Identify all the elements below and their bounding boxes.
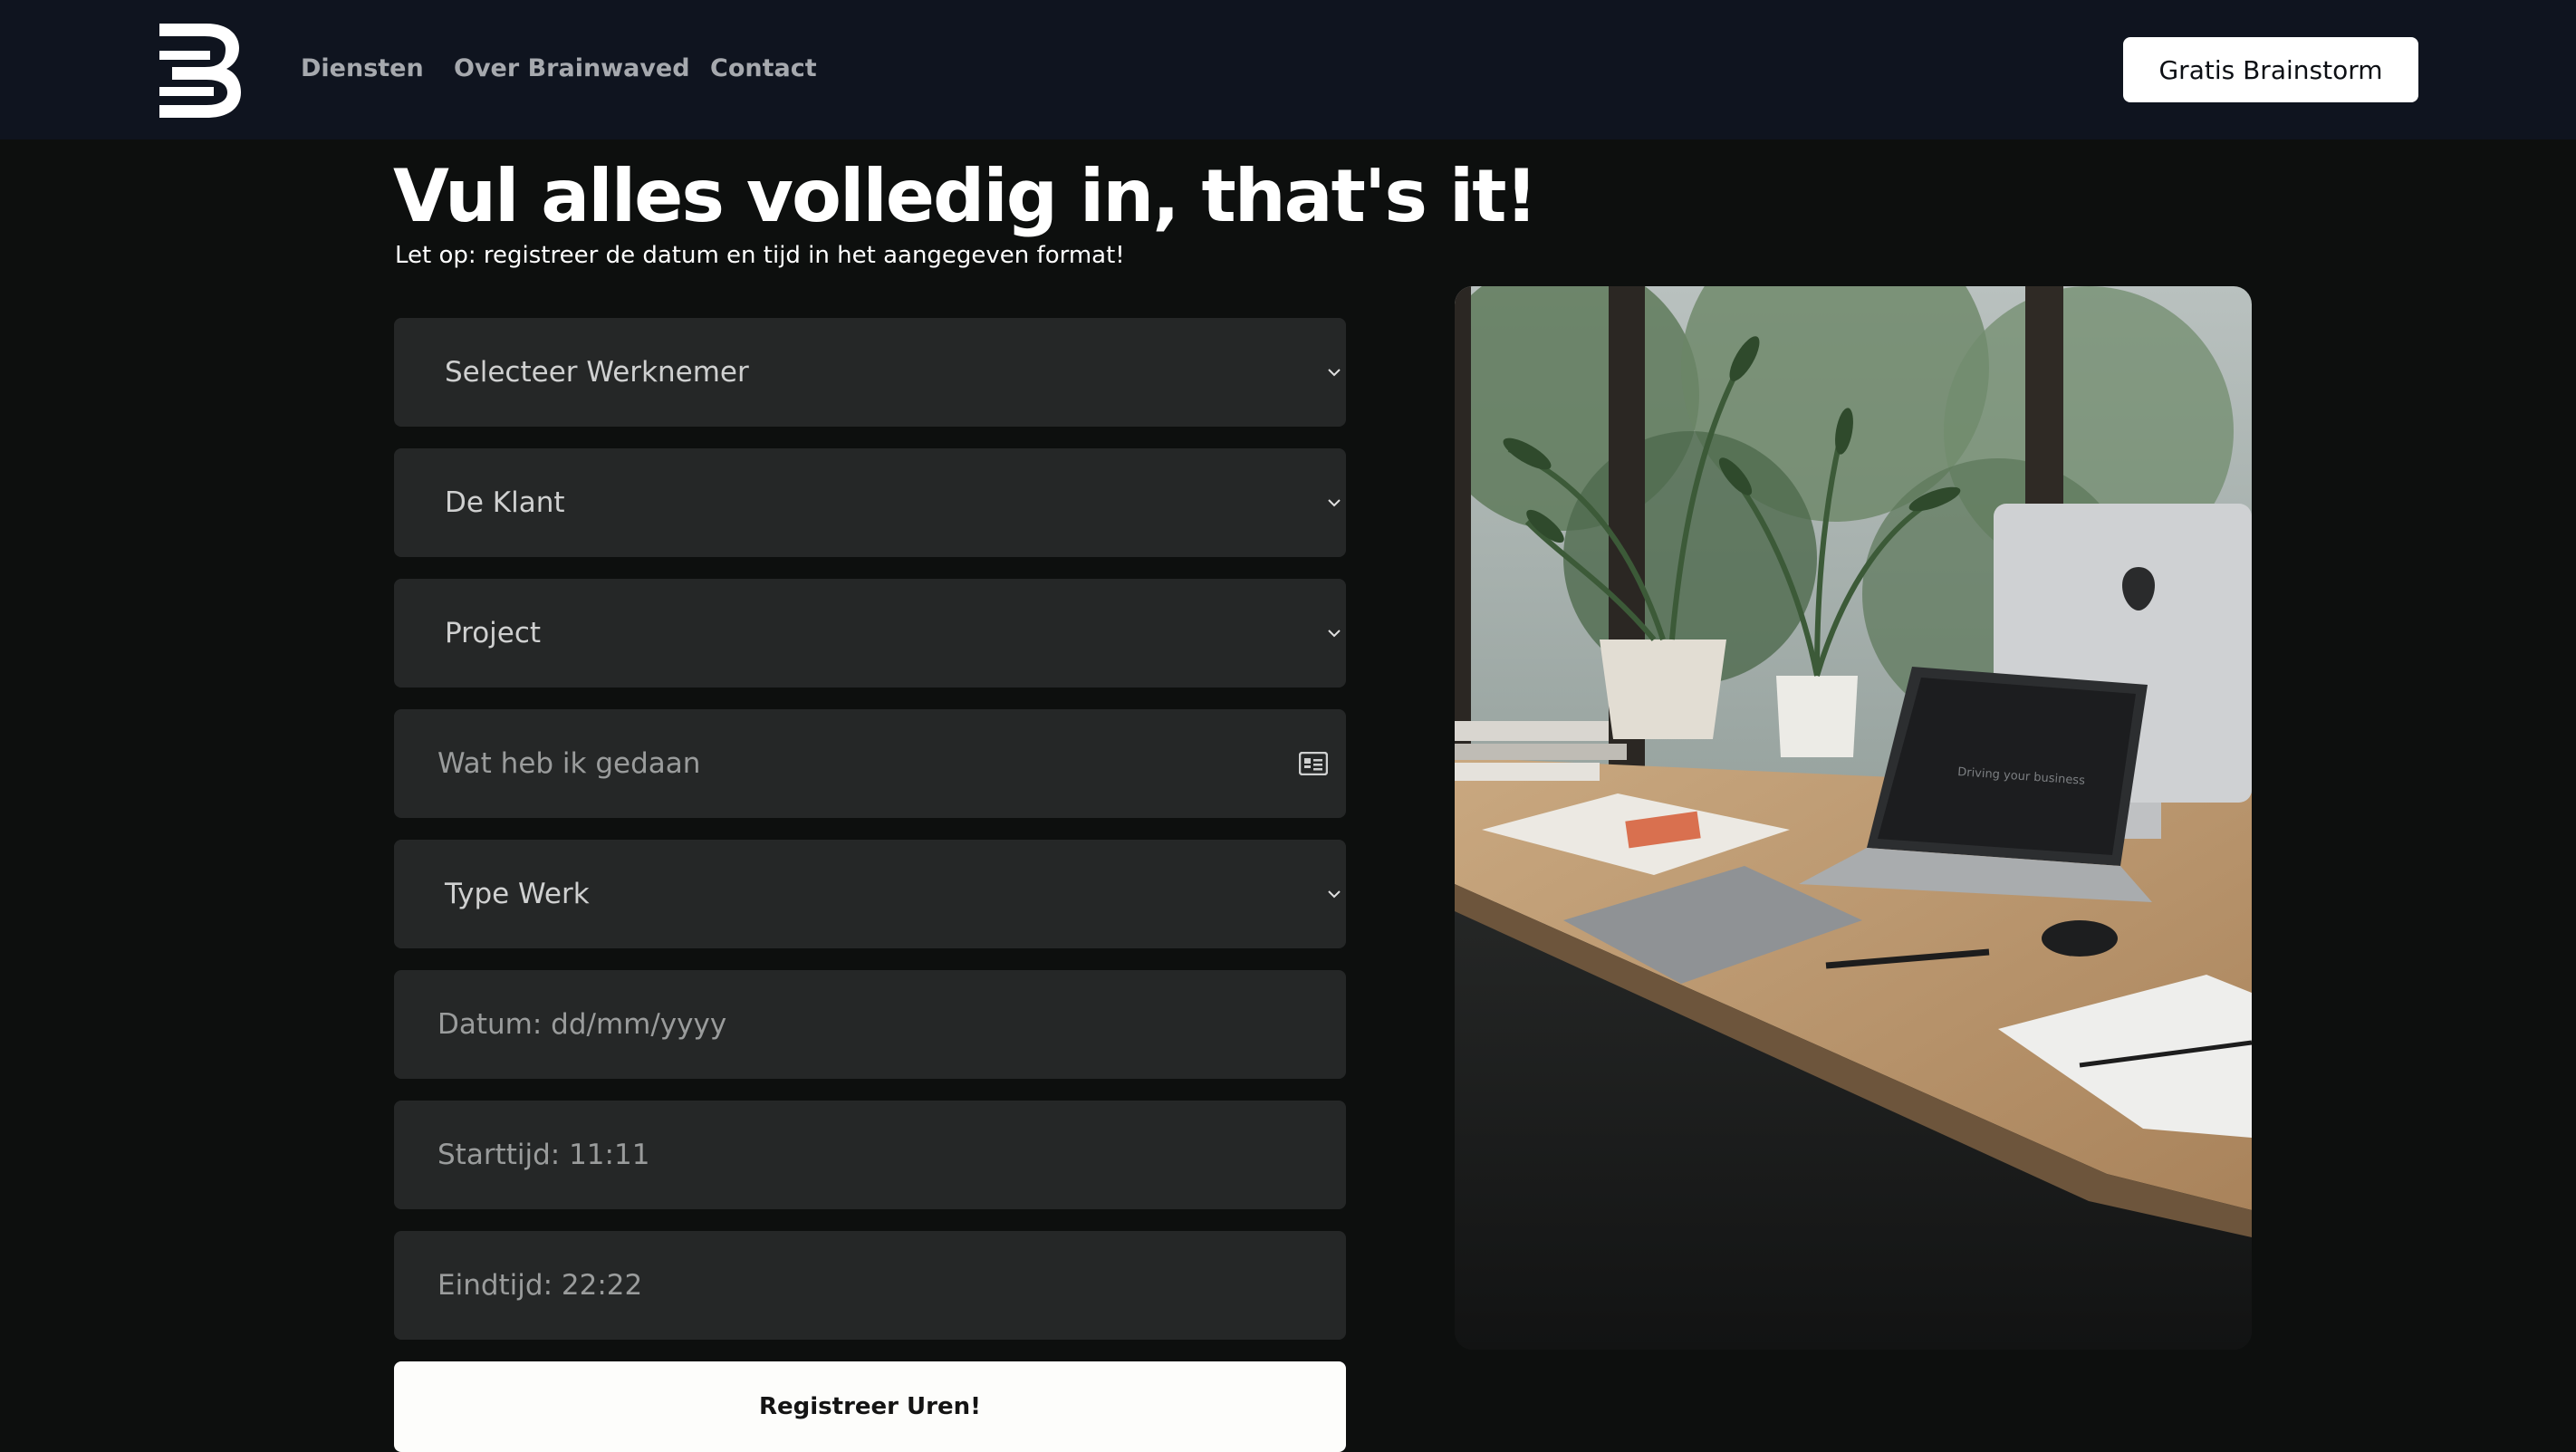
nav-contact[interactable]: Contact <box>710 51 817 87</box>
chevron-down-icon <box>1328 499 1341 507</box>
work-type-select-value: Type Werk <box>445 878 590 910</box>
end-time-placeholder: Eindtijd: 22:22 <box>437 1269 643 1302</box>
client-select-value: De Klant <box>445 486 565 519</box>
brainwaved-logo-icon[interactable] <box>159 24 241 118</box>
client-select[interactable]: De Klant <box>394 448 1346 557</box>
contact-card-icon <box>1299 752 1328 775</box>
site-header: Diensten Over Brainwaved Contact Gratis … <box>0 0 2576 139</box>
nav-diensten[interactable]: Diensten <box>301 51 424 87</box>
desk-workspace-image: Driving your business <box>1455 286 2252 1350</box>
employee-select[interactable]: Selecteer Werknemer <box>394 318 1346 427</box>
work-done-input[interactable]: Wat heb ik gedaan <box>394 709 1346 818</box>
page-title: Vul alles volledig in, that's it! <box>393 154 1538 238</box>
chevron-down-icon <box>1328 630 1341 638</box>
nav-over-brainwaved[interactable]: Over Brainwaved <box>454 51 690 87</box>
work-type-select[interactable]: Type Werk <box>394 840 1346 948</box>
date-input[interactable]: Datum: dd/mm/yyyy <box>394 970 1346 1079</box>
start-time-input[interactable]: Starttijd: 11:11 <box>394 1101 1346 1209</box>
register-hours-button[interactable]: Registreer Uren! <box>394 1361 1346 1452</box>
end-time-input[interactable]: Eindtijd: 22:22 <box>394 1231 1346 1340</box>
chevron-down-icon <box>1328 890 1341 899</box>
page-subtitle: Let op: registreer de datum en tijd in h… <box>395 242 1125 269</box>
project-select-value: Project <box>445 617 542 649</box>
gratis-brainstorm-button[interactable]: Gratis Brainstorm <box>2123 37 2418 102</box>
start-time-placeholder: Starttijd: 11:11 <box>437 1139 650 1171</box>
work-done-placeholder: Wat heb ik gedaan <box>437 747 701 780</box>
employee-select-value: Selecteer Werknemer <box>445 356 749 389</box>
chevron-down-icon <box>1328 369 1341 377</box>
project-select[interactable]: Project <box>394 579 1346 688</box>
date-placeholder: Datum: dd/mm/yyyy <box>437 1008 727 1041</box>
